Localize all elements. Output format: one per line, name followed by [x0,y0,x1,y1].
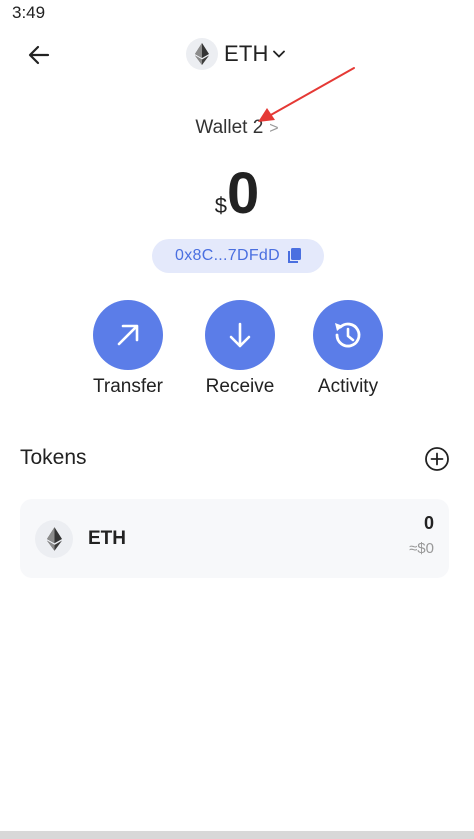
activity-label: Activity [317,376,379,397]
transfer-label: Transfer [92,376,164,397]
red-annotation-arrow-icon [258,67,355,122]
bottom-divider [0,831,474,839]
token-row-eth[interactable]: ETH 0 ≈$0 [20,499,449,578]
arrow-down-icon [205,300,275,370]
token-fiat-value: ≈$0 [409,540,434,557]
status-time: 3:49 [12,3,46,22]
tokens-section-title: Tokens [20,446,87,469]
copy-icon [287,248,301,263]
address-copy-pill[interactable]: 0x8C...7DFdD [152,239,324,273]
receive-label: Receive [205,376,275,397]
wallet-address: 0x8C...7DFdD [175,247,280,264]
transfer-button[interactable]: Transfer [73,300,183,398]
token-balance: 0 [423,513,434,533]
add-token-icon[interactable] [424,446,450,472]
token-symbol: ETH [88,528,126,549]
eth-token-icon [35,520,73,558]
wallet-name: Wallet 2 [195,117,264,138]
wallet-name-selector[interactable]: Wallet 2 > [0,117,474,139]
balance-currency: $ [214,193,227,218]
back-arrow-icon[interactable] [26,42,52,68]
history-icon [313,300,383,370]
chevron-down-icon [272,50,285,58]
balance-amount: 0 [226,161,260,226]
eth-logo-icon [186,38,218,70]
arrow-up-right-icon [93,300,163,370]
total-balance: $0 [0,162,474,226]
receive-button[interactable]: Receive [185,300,295,398]
activity-button[interactable]: Activity [293,300,403,398]
